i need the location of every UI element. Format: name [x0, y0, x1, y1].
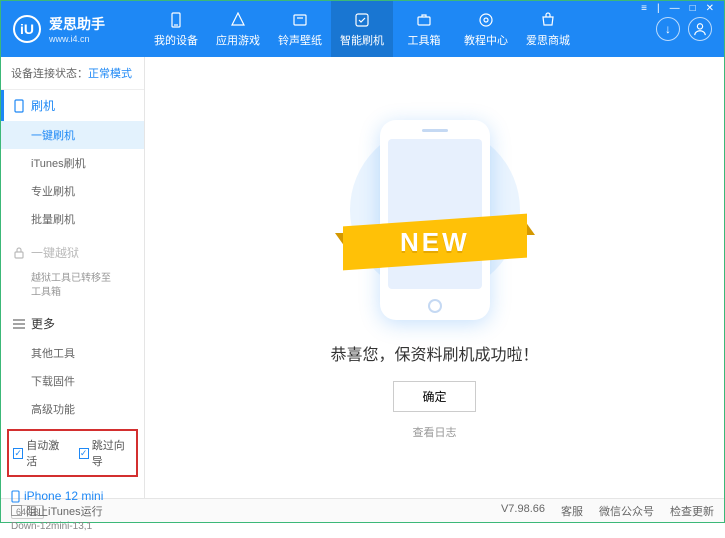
minimize-button[interactable]: — — [668, 3, 682, 14]
new-text: NEW — [400, 227, 470, 258]
device-icon — [167, 11, 185, 29]
phone-illustration: NEW — [365, 115, 505, 325]
phone-icon — [11, 490, 20, 503]
nav-label: 智能刷机 — [340, 32, 384, 48]
top-nav: 我的设备 应用游戏 铃声壁纸 智能刷机 工具箱 教程中心 爱思商城 — [145, 1, 656, 57]
nav-label: 铃声壁纸 — [278, 32, 322, 48]
check-icon: ✓ — [79, 448, 89, 459]
group-label: 一键越狱 — [31, 244, 79, 261]
service-link[interactable]: 客服 — [561, 503, 583, 519]
app-url: www.i4.cn — [49, 34, 105, 44]
sidebar-group-jailbreak[interactable]: 一键越狱 — [1, 237, 144, 268]
nav-store[interactable]: 爱思商城 — [517, 1, 579, 57]
sidebar-item-other-tools[interactable]: 其他工具 — [1, 339, 144, 367]
nav-tutorial[interactable]: 教程中心 — [455, 1, 517, 57]
checkbox-label: 自动激活 — [26, 437, 66, 469]
sidebar-item-batch-flash[interactable]: 批量刷机 — [1, 205, 144, 233]
header: iU 爱思助手 www.i4.cn 我的设备 应用游戏 铃声壁纸 智能刷机 工具… — [1, 1, 724, 57]
flash-icon — [353, 11, 371, 29]
checkbox-auto-activate[interactable]: ✓ 自动激活 — [13, 437, 67, 469]
group-label: 更多 — [31, 315, 55, 332]
nav-label: 教程中心 — [464, 32, 508, 48]
nav-apps[interactable]: 应用游戏 — [207, 1, 269, 57]
update-link[interactable]: 检查更新 — [670, 503, 714, 519]
wallpaper-icon — [291, 11, 309, 29]
list-icon — [13, 318, 25, 330]
apps-icon — [229, 11, 247, 29]
close-button[interactable]: ✕ — [704, 3, 716, 14]
sidebar-item-advanced[interactable]: 高级功能 — [1, 395, 144, 423]
download-button[interactable]: ↓ — [656, 17, 680, 41]
nav-flash[interactable]: 智能刷机 — [331, 1, 393, 57]
connection-label: 设备连接状态： — [11, 68, 88, 80]
connection-status: 设备连接状态：正常模式 — [1, 57, 144, 90]
device-name-text: iPhone 12 mini — [24, 489, 103, 503]
checkbox-label: 跳过向导 — [92, 437, 132, 469]
sidebar-group-flash[interactable]: 刷机 — [1, 90, 144, 121]
header-right: ↓ — [656, 17, 724, 41]
nav-label: 应用游戏 — [216, 32, 260, 48]
download-icon: ↓ — [665, 22, 671, 36]
success-message: 恭喜您，保资料刷机成功啦！ — [330, 341, 538, 365]
view-log-link[interactable]: 查看日志 — [413, 424, 457, 440]
check-icon: ✓ — [13, 448, 23, 459]
group-label: 刷机 — [31, 97, 55, 114]
wechat-link[interactable]: 微信公众号 — [599, 503, 654, 519]
app-name: 爱思助手 — [49, 14, 105, 34]
connection-mode: 正常模式 — [88, 68, 132, 80]
checkbox-skip-guide[interactable]: ✓ 跳过向导 — [79, 437, 133, 469]
logo-icon: iU — [13, 15, 41, 43]
maximize-button[interactable]: □ — [688, 3, 698, 14]
lock-icon — [13, 247, 25, 259]
version-label: V7.98.66 — [501, 503, 545, 519]
logo-area: iU 爱思助手 www.i4.cn — [1, 14, 145, 44]
nav-label: 工具箱 — [408, 32, 441, 48]
jailbreak-note: 越狱工具已转移至 工具箱 — [1, 268, 144, 304]
nav-label: 我的设备 — [154, 32, 198, 48]
toolbox-icon — [415, 11, 433, 29]
checkbox-label: 阻止iTunes运行 — [26, 503, 103, 519]
checkbox-block-itunes[interactable]: 阻止iTunes运行 — [11, 503, 103, 519]
main-content: NEW 恭喜您，保资料刷机成功啦！ 确定 查看日志 — [145, 57, 724, 498]
user-button[interactable] — [688, 17, 712, 41]
ok-button[interactable]: 确定 — [393, 381, 475, 412]
nav-label: 爱思商城 — [526, 32, 570, 48]
nav-wallpaper[interactable]: 铃声壁纸 — [269, 1, 331, 57]
phone-icon — [13, 100, 25, 112]
sidebar-item-oneclick-flash[interactable]: 一键刷机 — [1, 121, 144, 149]
sidebar: 设备连接状态：正常模式 刷机 一键刷机 iTunes刷机 专业刷机 批量刷机 一… — [1, 57, 145, 498]
sidebar-item-itunes-flash[interactable]: iTunes刷机 — [1, 149, 144, 177]
tutorial-icon — [477, 11, 495, 29]
menu-icon[interactable]: ≡ — [639, 3, 649, 14]
checkbox-icon — [11, 505, 22, 516]
user-icon — [693, 22, 707, 36]
sidebar-group-more[interactable]: 更多 — [1, 308, 144, 339]
checkbox-highlight-area: ✓ 自动激活 ✓ 跳过向导 — [7, 429, 138, 477]
nav-toolbox[interactable]: 工具箱 — [393, 1, 455, 57]
sidebar-item-download-firmware[interactable]: 下载固件 — [1, 367, 144, 395]
store-icon — [539, 11, 557, 29]
device-name: iPhone 12 mini — [11, 489, 134, 503]
divider-icon: | — [655, 3, 662, 14]
window-controls: ≡ | — □ ✕ — [639, 3, 716, 14]
nav-my-device[interactable]: 我的设备 — [145, 1, 207, 57]
sidebar-item-pro-flash[interactable]: 专业刷机 — [1, 177, 144, 205]
